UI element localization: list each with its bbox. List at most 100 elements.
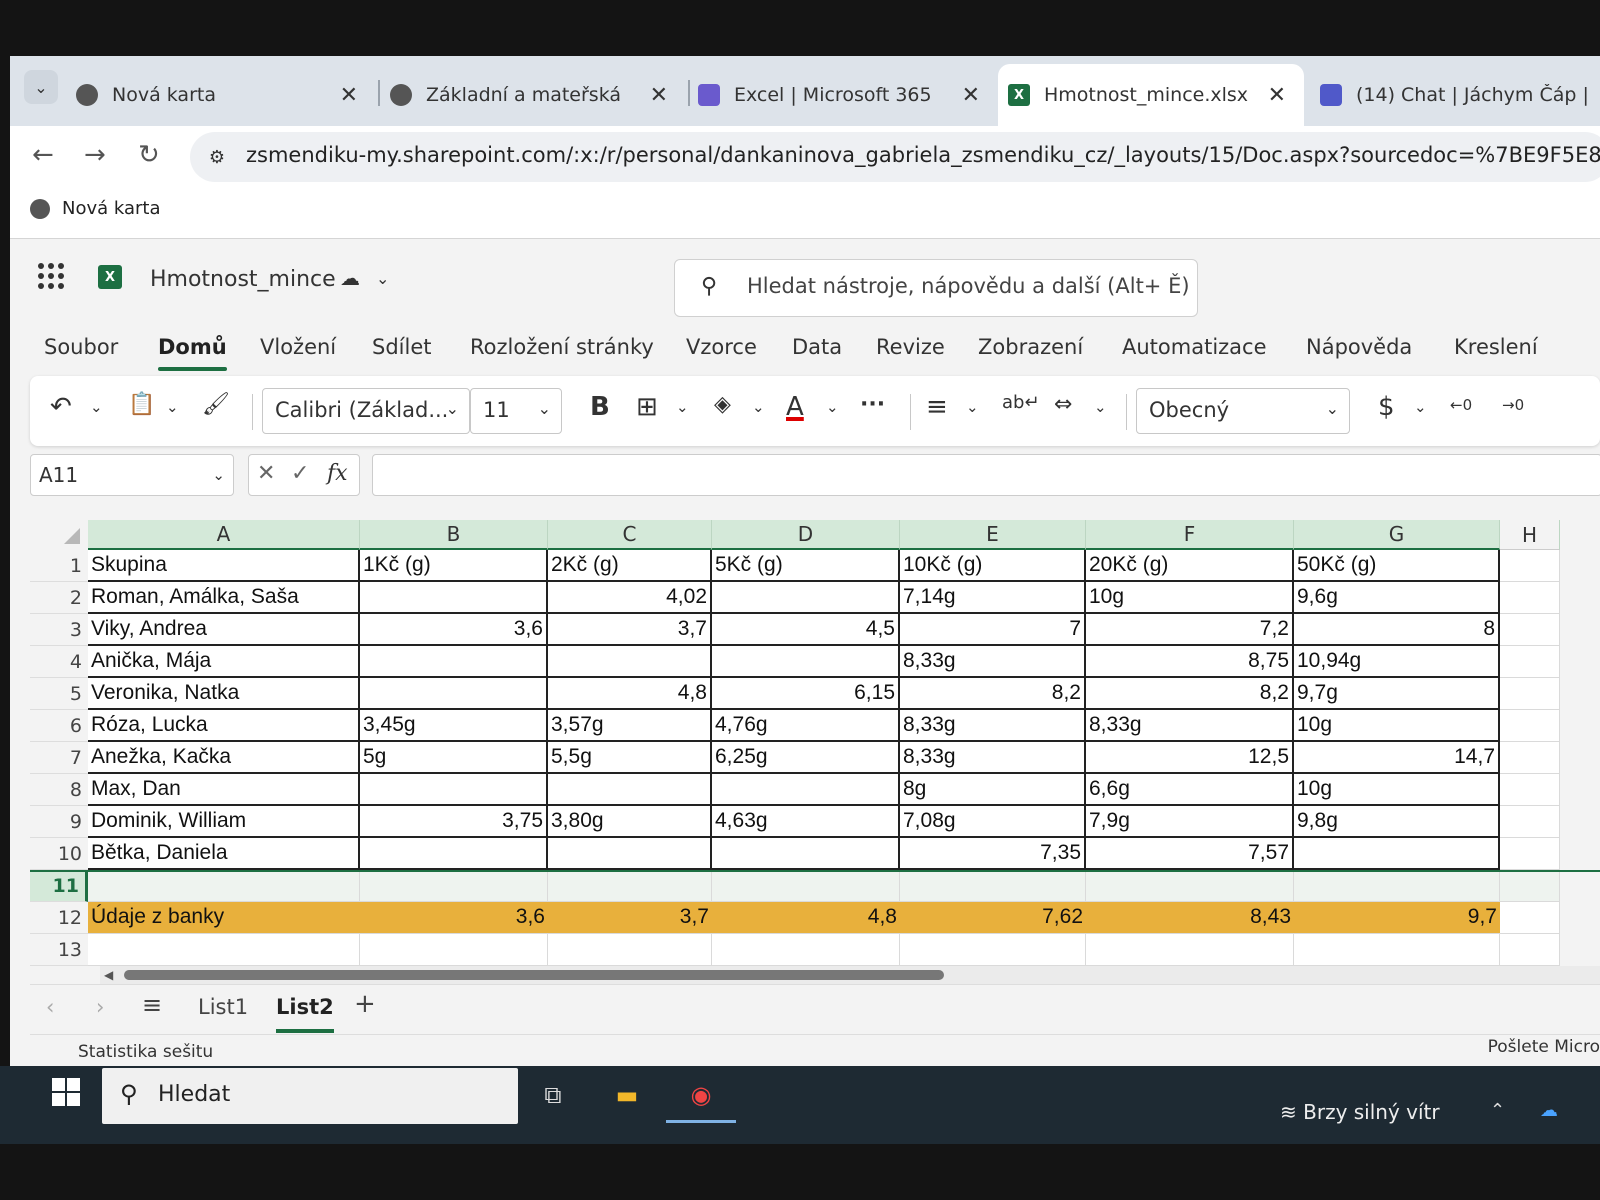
cell-c11[interactable] [548,870,712,902]
document-name[interactable]: Hmotnost_mince [150,267,336,292]
chevron-down-icon[interactable]: ⌄ [1414,398,1427,416]
cell-b1[interactable]: 1Kč (g) [360,550,548,582]
cell-f6[interactable]: 8,33g [1086,710,1294,742]
browser-tab[interactable]: Excel | Microsoft 365 ✕ [698,64,998,126]
tab-automatizace[interactable]: Automatizace [1122,335,1267,359]
cell-g4[interactable]: 10,94g [1294,646,1500,678]
cell-e3[interactable]: 7 [900,614,1086,646]
cell-a4[interactable]: Anička, Mája [88,646,360,678]
number-format-dropdown[interactable]: Obecný ⌄ [1136,388,1350,434]
cell-g10[interactable] [1294,838,1500,870]
cell-f12[interactable]: 8,43 [1086,902,1294,934]
windows-start-icon[interactable] [52,1078,80,1106]
cell-h12[interactable] [1500,902,1560,934]
cancel-icon[interactable]: ✕ [257,461,275,486]
tab-napoveda[interactable]: Nápověda [1306,335,1412,359]
chevron-down-icon[interactable]: ⌄ [752,398,765,416]
cell-h11[interactable] [1500,870,1560,902]
column-header-e[interactable]: E [900,520,1086,550]
decrease-decimal-icon[interactable]: →0 [1502,396,1524,414]
cell-g1[interactable]: 50Kč (g) [1294,550,1500,582]
cell-d6[interactable]: 4,76g [712,710,900,742]
cell-g13[interactable] [1294,934,1500,966]
cell-e12[interactable]: 7,62 [900,902,1086,934]
cell-c3[interactable]: 3,7 [548,614,712,646]
cell-e1[interactable]: 10Kč (g) [900,550,1086,582]
cell-d12[interactable]: 4,8 [712,902,900,934]
cell-c6[interactable]: 3,57g [548,710,712,742]
cell-b3[interactable]: 3,6 [360,614,548,646]
close-icon[interactable]: ✕ [340,83,358,108]
chevron-down-icon[interactable]: ⌄ [676,398,689,416]
search-input[interactable]: ⚲ Hledat nástroje, nápovědu a další (Alt… [674,259,1198,317]
cell-f5[interactable]: 8,2 [1086,678,1294,710]
cell-b13[interactable] [360,934,548,966]
font-color-icon[interactable]: A [786,392,804,422]
cell-h2[interactable] [1500,582,1560,614]
cell-g11[interactable] [1294,870,1500,902]
cell-e5[interactable]: 8,2 [900,678,1086,710]
column-header-c[interactable]: C [548,520,712,550]
sheet-tab-list1[interactable]: List1 [198,995,248,1019]
chevron-down-icon[interactable]: ⌄ [826,398,839,416]
taskbar-search[interactable]: ⚲ Hledat [102,1068,518,1124]
weather-widget[interactable]: ≋ Brzy silný vítr [1280,1100,1440,1124]
cell-f8[interactable]: 6,6g [1086,774,1294,806]
row-header[interactable]: 10 [30,838,88,870]
cell-g2[interactable]: 9,6g [1294,582,1500,614]
scrollbar-thumb[interactable] [124,970,944,980]
cell-e10[interactable]: 7,35 [900,838,1086,870]
formula-input[interactable] [372,454,1600,496]
cell-a2[interactable]: Roman, Amálka, Saša [88,582,360,614]
row-header[interactable]: 8 [30,774,88,806]
chevron-down-icon[interactable]: ⌄ [376,269,389,288]
column-header-g[interactable]: G [1294,520,1500,550]
row-header[interactable]: 12 [30,902,88,934]
chevron-down-icon[interactable]: ⌄ [1094,398,1107,416]
row-header[interactable]: 13 [30,934,88,966]
select-all-corner[interactable] [30,520,88,550]
cell-h5[interactable] [1500,678,1560,710]
more-options-icon[interactable]: ··· [860,392,885,417]
browser-tab[interactable]: Nová karta ✕ [76,64,376,126]
reload-icon[interactable]: ↻ [138,140,160,170]
tab-data[interactable]: Data [792,335,842,359]
site-settings-icon[interactable]: ⚙ [204,144,230,170]
scroll-left-icon[interactable]: ◀ [104,968,113,982]
row-header[interactable]: 5 [30,678,88,710]
cell-h6[interactable] [1500,710,1560,742]
column-header-a[interactable]: A [88,520,360,550]
cell-f3[interactable]: 7,2 [1086,614,1294,646]
cell-b7[interactable]: 5g [360,742,548,774]
cell-d5[interactable]: 6,15 [712,678,900,710]
chevron-down-icon[interactable]: ⌄ [90,398,103,416]
cell-a9[interactable]: Dominik, William [88,806,360,838]
cell-b2[interactable] [360,582,548,614]
cell-a3[interactable]: Viky, Andrea [88,614,360,646]
undo-icon[interactable]: ↶ [50,392,72,422]
horizontal-scrollbar[interactable]: ◀ [100,966,1600,984]
cell-b5[interactable] [360,678,548,710]
cell-d13[interactable] [712,934,900,966]
cell-e4[interactable]: 8,33g [900,646,1086,678]
cell-f10[interactable]: 7,57 [1086,838,1294,870]
cell-a1[interactable]: Skupina [88,550,360,582]
font-name-dropdown[interactable]: Calibri (Základ... ⌄ [262,388,470,434]
browser-tab[interactable]: (14) Chat | Jáchym Čáp | [1320,64,1600,126]
borders-icon[interactable]: ⊞ [636,392,658,422]
column-header-f[interactable]: F [1086,520,1294,550]
chevron-left-icon[interactable]: ‹ [46,995,54,1019]
cell-c8[interactable] [548,774,712,806]
tab-zobrazeni[interactable]: Zobrazení [978,335,1083,359]
address-bar[interactable]: ⚙ zsmendiku-my.sharepoint.com/:x:/r/pers… [190,132,1600,182]
back-arrow-icon[interactable]: ← [32,140,54,170]
cell-a13[interactable] [88,934,360,966]
tab-revize[interactable]: Revize [876,335,945,359]
align-icon[interactable]: ≡ [926,392,948,422]
tab-kresleni[interactable]: Kreslení [1454,335,1538,359]
row-header[interactable]: 4 [30,646,88,678]
browser-tab-active[interactable]: X Hmotnost_mince.xlsx ✕ [998,64,1304,126]
name-box[interactable]: A11 ⌄ [30,454,234,496]
cell-b4[interactable] [360,646,548,678]
fx-icon[interactable]: fx [327,461,348,486]
